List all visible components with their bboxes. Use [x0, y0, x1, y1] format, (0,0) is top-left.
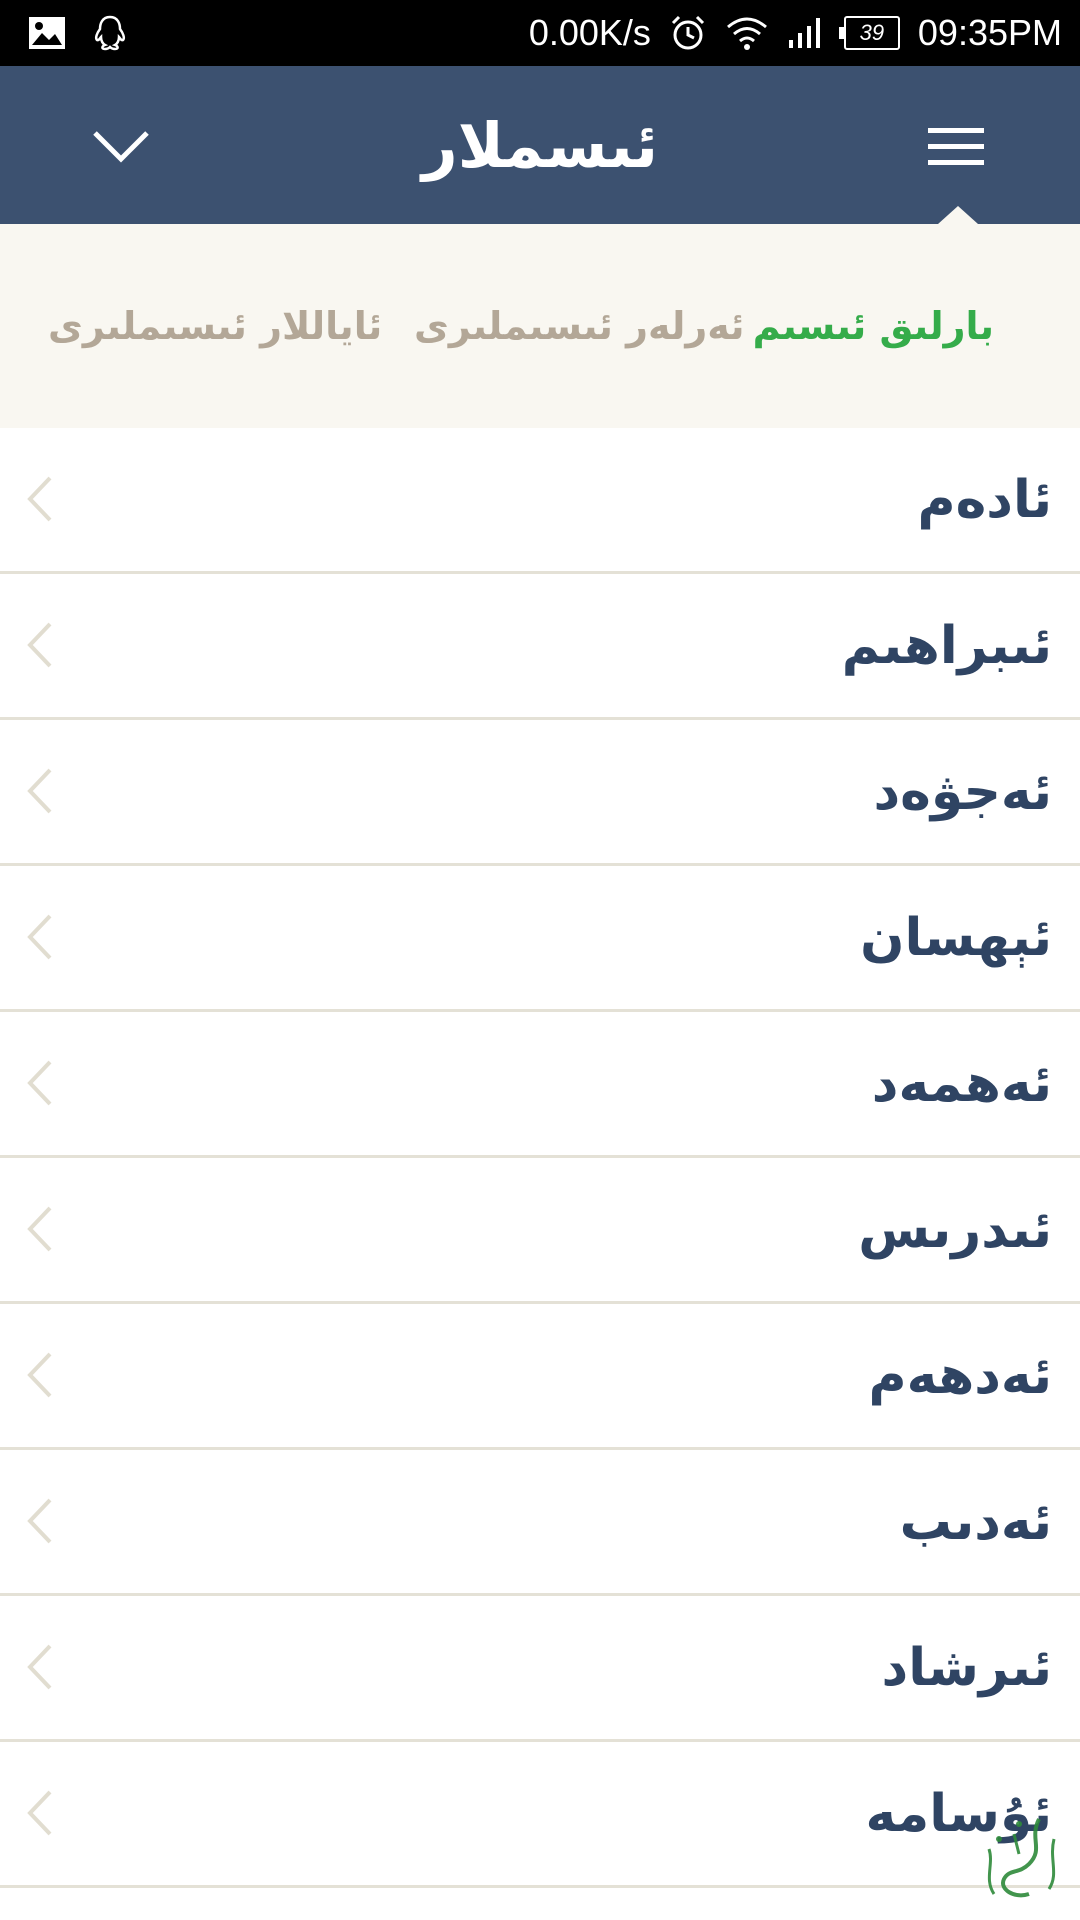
name-label: ئىرشاد [881, 1637, 1052, 1698]
list-item[interactable]: ئەدھەم [0, 1304, 1080, 1450]
name-label: ئادەم [917, 469, 1052, 530]
list-item[interactable]: ئىرشاد [0, 1596, 1080, 1742]
name-label: ئېھسان [860, 907, 1052, 968]
chevron-down-icon [93, 131, 149, 163]
list-item[interactable]: ئېھسان [0, 866, 1080, 1012]
menu-icon [928, 128, 984, 165]
chevron-left-icon [27, 1498, 52, 1544]
chevron-left-icon [27, 1644, 52, 1690]
battery-level: 39 [843, 16, 900, 50]
chevron-left-icon [27, 1060, 52, 1106]
chevron-left-icon [27, 768, 52, 814]
list-item[interactable]: ئەھمەد [0, 1012, 1080, 1158]
name-label: ئەجۋەد [873, 761, 1052, 822]
battery-icon: 39 [838, 16, 900, 50]
chevron-left-icon [27, 1790, 52, 1836]
tab-male-names[interactable]: ئەرلەر ئىسىملىرى [414, 224, 745, 428]
status-bar: 0.00K/s 39 09:35PM [0, 0, 1080, 66]
app-logo [964, 1804, 1074, 1914]
name-label: ئەدىب [899, 1491, 1052, 1552]
tab-female-names[interactable]: ئاياللار ئىسىملىرى [48, 224, 382, 428]
dropdown-button[interactable] [86, 116, 156, 176]
menu-button[interactable] [920, 116, 992, 176]
tab-all-names[interactable]: بارلىق ئىسىم [753, 224, 994, 428]
list-item[interactable]: ئەجۋەد [0, 720, 1080, 866]
chevron-left-icon [27, 622, 52, 668]
alarm-icon [669, 14, 707, 52]
clock: 09:35PM [917, 12, 1062, 53]
list-item[interactable]: ئۇسامە [0, 1742, 1080, 1888]
menu-caret [938, 206, 978, 224]
chevron-left-icon [27, 476, 52, 522]
app-bar: ئىسملار [0, 66, 1080, 224]
signal-icon [787, 16, 821, 50]
tab-bar: بارلىق ئىسىم ئەرلەر ئىسىملىرى ئاياللار ئ… [0, 224, 1080, 428]
names-list: ئادەم ئىبراھىم ئەجۋەد ئېھسان ئەھمەد ئىدر… [0, 428, 1080, 1888]
chevron-left-icon [27, 914, 52, 960]
page-title: ئىسملار [422, 108, 659, 182]
list-item[interactable]: ئەدىب [0, 1450, 1080, 1596]
name-label: ئىدرىس [858, 1199, 1052, 1260]
list-item[interactable]: ئىدرىس [0, 1158, 1080, 1304]
name-label: ئەھمەد [871, 1053, 1052, 1114]
qq-icon [92, 14, 128, 52]
name-label: ئەدھەم [868, 1345, 1052, 1406]
name-label: ئىبراھىم [841, 615, 1052, 676]
image-icon [28, 16, 66, 50]
net-speed: 0.00K/s [528, 12, 651, 53]
wifi-icon [725, 15, 769, 51]
list-item[interactable]: ئادەم [0, 428, 1080, 574]
chevron-left-icon [27, 1206, 52, 1252]
chevron-left-icon [27, 1352, 52, 1398]
list-item[interactable]: ئىبراھىم [0, 574, 1080, 720]
